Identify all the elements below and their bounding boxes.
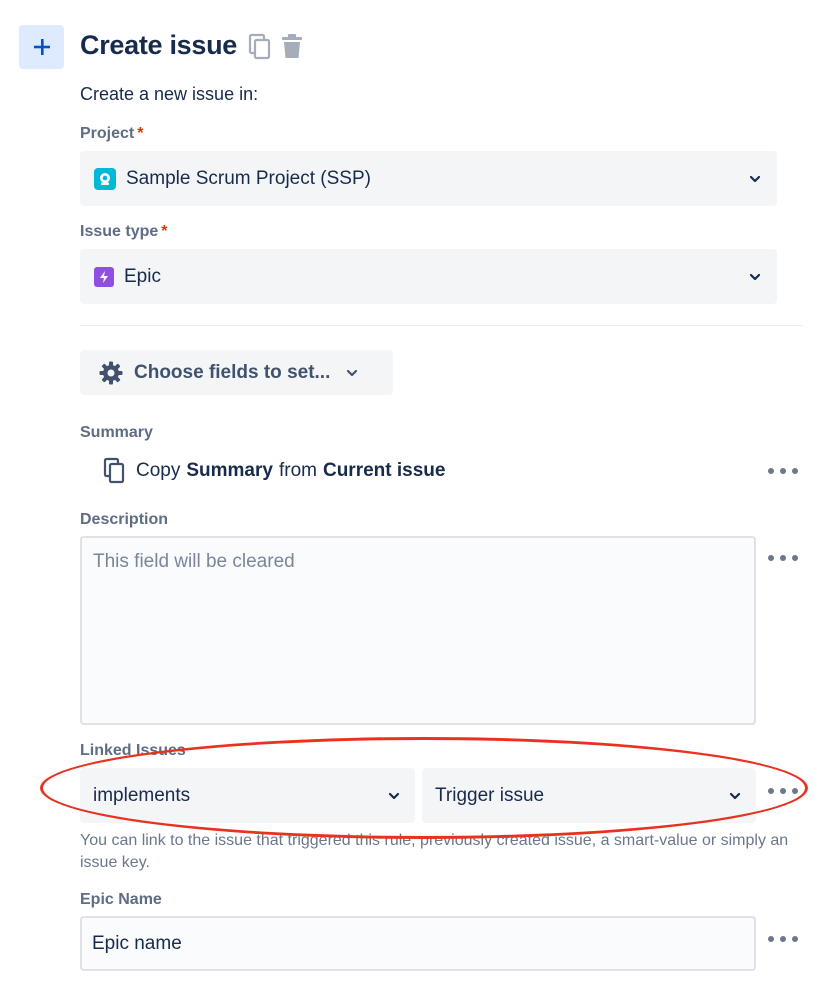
- trash-icon[interactable]: [279, 33, 305, 66]
- link-target-select[interactable]: Trigger issue: [422, 768, 756, 823]
- epic-name-more-icon[interactable]: [768, 934, 798, 944]
- epic-lightning-icon: [94, 266, 114, 287]
- chevron-down-icon: [749, 273, 761, 280]
- summary-source: Current issue: [322, 460, 446, 481]
- epic-name-label: Epic Name: [80, 891, 162, 908]
- project-label: Project *: [80, 125, 144, 142]
- chevron-down-icon: [729, 792, 741, 799]
- gear-icon: [99, 361, 123, 384]
- chevron-down-icon: [388, 792, 400, 799]
- epic-name-value: Epic name: [92, 932, 182, 954]
- project-value: Sample Scrum Project (SSP): [126, 167, 371, 189]
- add-action-button[interactable]: [19, 25, 64, 69]
- page-title: Create issue: [80, 30, 237, 60]
- divider: [80, 325, 803, 326]
- project-avatar-icon: [94, 167, 116, 190]
- description-more-icon[interactable]: [768, 553, 798, 563]
- intro-text: Create a new issue in:: [80, 84, 259, 104]
- choose-fields-label: Choose fields to set...: [134, 361, 331, 383]
- summary-more-icon[interactable]: [768, 466, 798, 476]
- chevron-down-icon: [347, 369, 358, 376]
- link-type-value: implements: [93, 784, 191, 806]
- description-label: Description: [80, 511, 169, 528]
- linked-issues-help: You can link to the issue that triggered…: [80, 832, 789, 871]
- plus-icon: [33, 39, 50, 55]
- link-type-select[interactable]: implements: [80, 768, 415, 823]
- issue-type-label: Issue type *: [80, 223, 168, 240]
- summary-field: Summary: [186, 460, 273, 481]
- summary-label: Summary: [80, 424, 153, 441]
- choose-fields-button[interactable]: Choose fields to set...: [80, 350, 393, 395]
- linked-issues-more-icon[interactable]: [768, 786, 798, 796]
- summary-prefix: Copy: [136, 460, 181, 481]
- epic-name-input[interactable]: Epic name: [80, 916, 756, 971]
- chevron-down-icon: [749, 175, 761, 182]
- summary-copy-row[interactable]: Copy Summary from Current issue: [102, 457, 445, 485]
- copy-icon[interactable]: [247, 33, 273, 66]
- project-select[interactable]: Sample Scrum Project (SSP): [80, 151, 777, 206]
- summary-middle: from: [278, 460, 317, 481]
- description-textarea[interactable]: This field will be cleared: [80, 536, 756, 725]
- issue-type-value: Epic: [124, 265, 161, 287]
- issue-type-select[interactable]: Epic: [80, 249, 777, 304]
- linked-issues-label: Linked Issues: [80, 742, 186, 759]
- link-target-value: Trigger issue: [435, 784, 545, 806]
- copy-icon: [103, 457, 125, 484]
- description-placeholder: This field will be cleared: [93, 551, 295, 572]
